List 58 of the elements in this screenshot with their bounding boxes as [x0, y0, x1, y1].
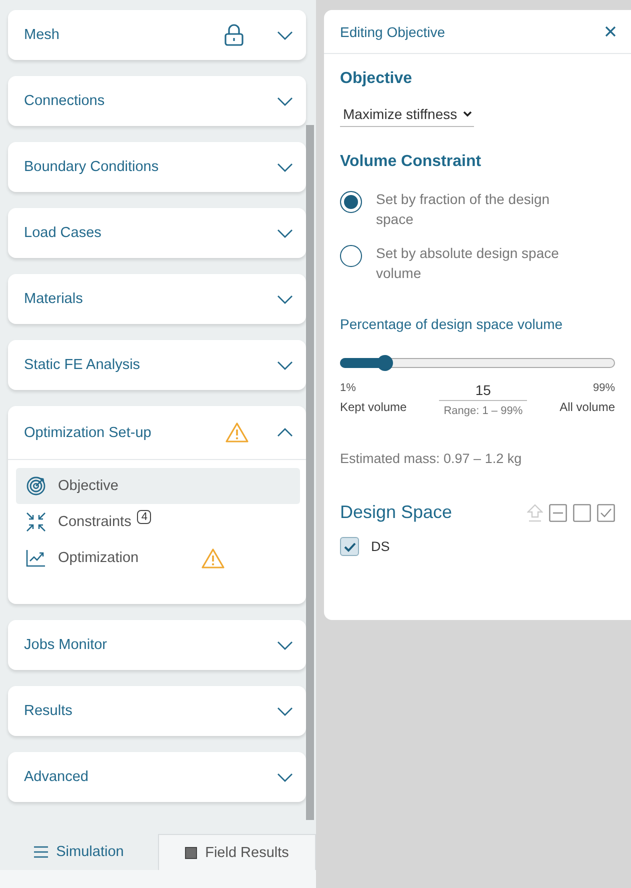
select-all-icon[interactable] — [597, 504, 615, 522]
section-heading: Design Space — [340, 502, 454, 523]
section-title[interactable]: Jobs Monitor — [24, 637, 277, 653]
min-caption: Kept volume — [340, 400, 407, 414]
count-badge: 4 — [137, 510, 152, 524]
radio-button[interactable] — [340, 245, 362, 267]
section-title[interactable]: Advanced — [24, 769, 277, 785]
panel-tab[interactable]: Simulation — [0, 834, 158, 870]
section-heading: Objective — [340, 70, 414, 88]
collapse-all-icon[interactable] — [549, 504, 567, 522]
expand-chevron-icon[interactable] — [277, 772, 293, 782]
range-hint: Range: 1 – 99% — [444, 405, 523, 417]
expand-chevron-icon[interactable] — [277, 162, 293, 172]
slider-label: Percentage of design space volume — [340, 316, 564, 332]
trend-chart-icon — [26, 549, 46, 567]
expand-chevron-icon[interactable] — [277, 228, 293, 238]
section-title[interactable]: Load Cases — [24, 225, 277, 241]
scrollbar[interactable] — [306, 125, 314, 820]
nav-item[interactable]: Optimization — [16, 540, 300, 576]
close-icon[interactable] — [605, 26, 616, 37]
square-icon — [185, 846, 198, 858]
max-value: 99% — [592, 382, 615, 394]
section-title[interactable]: Results — [24, 703, 277, 719]
section-title[interactable]: Optimization Set-up — [24, 424, 225, 440]
expand-chevron-icon[interactable] — [277, 294, 293, 304]
checkmark-icon — [344, 542, 356, 552]
expand-chevron-icon[interactable] — [277, 96, 293, 106]
collapse-chevron-icon[interactable] — [277, 428, 293, 437]
caret-icon — [463, 111, 472, 117]
inward-arrows-icon — [26, 512, 46, 532]
menu-icon — [34, 846, 48, 858]
max-caption: All volume — [560, 400, 615, 414]
volume-slider[interactable] — [340, 358, 615, 368]
section-heading: Volume Constraint — [340, 153, 482, 171]
section-title[interactable]: Mesh — [24, 27, 224, 43]
panel-title: Editing Objective — [340, 24, 446, 40]
nav-item[interactable]: Objective — [16, 468, 300, 504]
deselect-all-icon[interactable] — [573, 504, 591, 522]
expand-chevron-icon[interactable] — [277, 360, 293, 370]
nav-item[interactable]: Constraints 4 — [16, 504, 300, 540]
panel-tab[interactable]: Field Results — [158, 834, 316, 870]
expand-chevron-icon[interactable] — [277, 640, 293, 650]
section-title[interactable]: Connections — [24, 93, 277, 109]
estimated-mass: Estimated mass: 0.97 – 1.2 kg — [340, 451, 523, 466]
value-field[interactable]: 15 — [439, 382, 528, 401]
section-title[interactable]: Materials — [24, 291, 277, 307]
objective-dropdown[interactable]: Maximize stiffness — [340, 102, 474, 127]
radio-label: Set by absolute design space volume — [376, 244, 560, 283]
expand-chevron-icon[interactable] — [277, 706, 293, 716]
radio-label: Set by fraction of the design space — [376, 190, 551, 229]
section-title[interactable]: Boundary Conditions — [24, 159, 277, 175]
checkbox[interactable] — [340, 537, 359, 556]
target-icon — [26, 476, 46, 496]
design-space-name: DS — [371, 539, 390, 554]
section-title[interactable]: Static FE Analysis — [24, 357, 277, 373]
expand-chevron-icon[interactable] — [277, 30, 293, 40]
min-value: 1% — [340, 382, 357, 394]
radio-button[interactable] — [340, 191, 362, 213]
